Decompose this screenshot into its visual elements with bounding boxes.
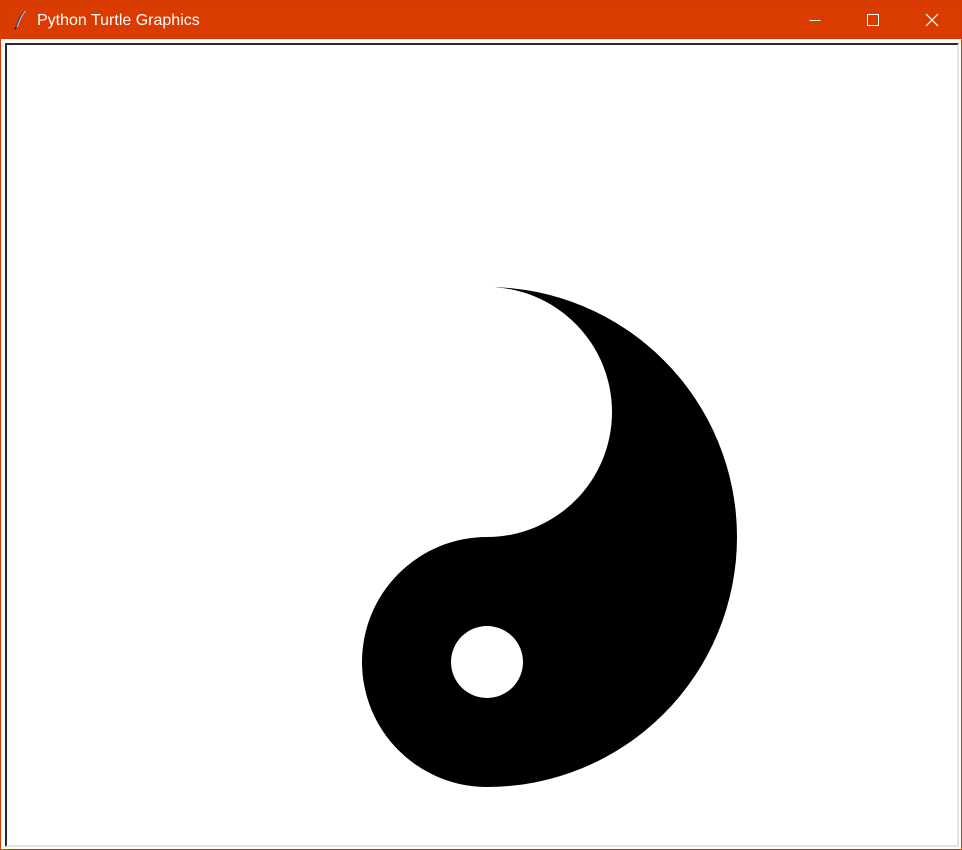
maximize-icon <box>867 14 879 26</box>
close-icon <box>925 13 939 27</box>
window-title: Python Turtle Graphics <box>37 12 200 29</box>
close-button[interactable] <box>903 1 961 39</box>
yin-yang-shape <box>362 287 737 787</box>
turtle-window: Python Turtle Graphics <box>0 0 962 850</box>
feather-icon <box>13 10 29 30</box>
title-bar[interactable]: Python Turtle Graphics <box>1 1 961 39</box>
minimize-button[interactable] <box>786 1 844 39</box>
turtle-canvas[interactable] <box>5 43 959 847</box>
canvas-drawing <box>362 287 737 787</box>
minimize-icon <box>809 14 821 26</box>
yin-yang-eye <box>451 626 523 698</box>
maximize-button[interactable] <box>844 1 902 39</box>
